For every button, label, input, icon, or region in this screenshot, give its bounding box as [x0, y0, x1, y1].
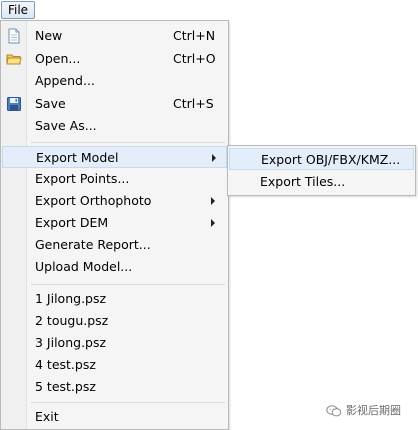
menu-item-label: New — [35, 28, 63, 43]
menu-separator — [31, 142, 225, 143]
menu-item-upload-model[interactable]: Upload Model... — [2, 256, 227, 278]
menu-item-label: 4 test.psz — [35, 357, 96, 372]
menu-item-label: Generate Report... — [35, 237, 151, 252]
menu-item-new[interactable]: New Ctrl+N — [2, 25, 227, 47]
recent-file-item[interactable]: 4 test.psz — [2, 354, 227, 376]
menu-item-label: Save — [35, 96, 66, 111]
menu-item-export-orthophoto[interactable]: Export Orthophoto — [2, 190, 227, 212]
menu-item-append[interactable]: Append... — [2, 70, 227, 92]
menu-item-label: Export Points... — [35, 171, 130, 186]
submenu-arrow-icon — [212, 154, 216, 162]
menu-item-label: Export DEM — [35, 215, 109, 230]
menu-item-exit[interactable]: Exit — [2, 406, 227, 428]
submenu-arrow-icon — [211, 197, 215, 205]
menu-separator — [31, 284, 225, 285]
submenu-item-export-tiles[interactable]: Export Tiles... — [229, 171, 414, 193]
menu-item-label: Export Model — [36, 150, 119, 165]
menu-item-open[interactable]: Open... Ctrl+O — [2, 48, 227, 70]
menu-item-label: Exit — [35, 409, 59, 424]
menu-item-label: Export OBJ/FBX/KMZ... — [261, 152, 401, 167]
submenu-arrow-icon — [211, 219, 215, 227]
file-menu-button[interactable]: File — [1, 1, 35, 19]
menu-item-shortcut: Ctrl+O — [173, 51, 216, 66]
menu-item-label: 3 Jilong.psz — [35, 335, 107, 350]
screenshot-root: File New Ctrl+N Open... Ctrl+O Append...… — [0, 0, 418, 430]
recent-file-item[interactable]: 3 Jilong.psz — [2, 332, 227, 354]
menu-item-label: 2 tougu.psz — [35, 313, 109, 328]
menu-item-label: Export Tiles... — [260, 174, 346, 189]
menu-separator — [31, 402, 225, 403]
watermark: 影视后期圈 — [326, 402, 401, 420]
menu-item-export-model[interactable]: Export Model — [2, 146, 227, 168]
watermark-text: 影视后期圈 — [346, 404, 401, 417]
menu-item-label: Append... — [35, 73, 95, 88]
save-icon — [6, 96, 22, 112]
menu-item-label: Save As... — [35, 118, 97, 133]
menu-item-label: Open... — [35, 51, 81, 66]
menu-item-shortcut: Ctrl+N — [173, 28, 216, 43]
menu-item-save-as[interactable]: Save As... — [2, 115, 227, 137]
menu-item-generate-report[interactable]: Generate Report... — [2, 234, 227, 256]
recent-file-item[interactable]: 5 test.psz — [2, 376, 227, 398]
menu-item-shortcut: Ctrl+S — [173, 96, 214, 111]
menu-item-label: Export Orthophoto — [35, 193, 152, 208]
chat-bubble-icon — [326, 404, 342, 418]
menu-item-export-dem[interactable]: Export DEM — [2, 212, 227, 234]
new-file-icon — [6, 28, 22, 44]
menu-item-label: Upload Model... — [35, 259, 133, 274]
menu-item-label: 1 Jilong.psz — [35, 291, 107, 306]
submenu-item-export-obj-fbx-kmz[interactable]: Export OBJ/FBX/KMZ... — [229, 148, 414, 170]
recent-file-item[interactable]: 2 tougu.psz — [2, 310, 227, 332]
menu-item-save[interactable]: Save Ctrl+S — [2, 93, 227, 115]
export-model-submenu: Export OBJ/FBX/KMZ... Export Tiles... — [227, 145, 416, 196]
file-menu: New Ctrl+N Open... Ctrl+O Append... Save… — [0, 20, 229, 430]
recent-file-item[interactable]: 1 Jilong.psz — [2, 288, 227, 310]
menu-item-label: 5 test.psz — [35, 379, 96, 394]
menu-item-export-points[interactable]: Export Points... — [2, 168, 227, 190]
open-folder-icon — [6, 51, 22, 67]
